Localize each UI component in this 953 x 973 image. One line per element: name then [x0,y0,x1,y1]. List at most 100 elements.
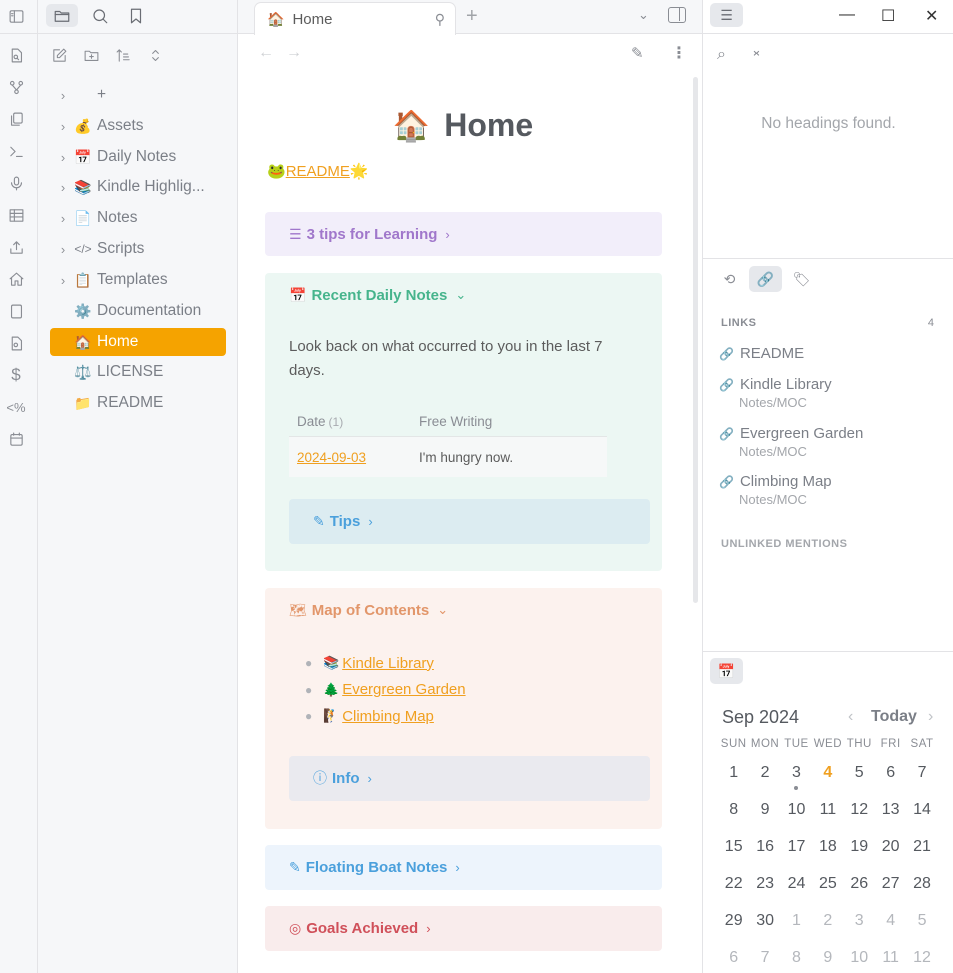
calendar-day[interactable]: 11 [812,801,843,819]
calendar-day[interactable]: 11 [875,949,906,967]
climbing-map-link[interactable]: Climbing Map [342,708,434,725]
calendar-day[interactable]: 22 [718,875,749,893]
new-folder-button[interactable] [82,46,100,64]
calendar-day[interactable]: 3 [781,764,812,790]
calendar-day[interactable]: 27 [875,875,906,893]
copy-icon[interactable] [7,110,25,128]
calendar-day[interactable]: 2 [812,912,843,930]
evergreen-garden-link[interactable]: Evergreen Garden [342,681,465,698]
callout-tips[interactable]: ✎ Tips › [289,499,650,544]
unlinked-mentions-label[interactable]: UNLINKED MENTIONS [721,538,847,550]
calendar-day[interactable]: 24 [781,875,812,893]
tree-folder-daily-notes[interactable]: › 📅 Daily Notes [50,144,226,170]
outgoing-link-item[interactable]: 🔗 Kindle Library Notes/MOC [719,376,832,410]
outgoing-link-item[interactable]: 🔗 Evergreen Garden Notes/MOC [719,425,863,459]
minimize-button[interactable]: — [839,6,855,24]
outline-tab[interactable]: ☰ [710,3,743,27]
calendar-day[interactable]: 12 [844,801,875,819]
quick-switcher-icon[interactable] [7,46,25,64]
outgoing-link-item[interactable]: 🔗 Climbing Map Notes/MOC [719,473,832,507]
calendar-day[interactable]: 5 [906,912,937,930]
calendar-day[interactable]: 13 [875,801,906,819]
calendar-day[interactable]: 2 [749,764,780,782]
calendar-next-button[interactable]: › [928,708,933,726]
upload-icon[interactable] [7,238,25,256]
calendar-day[interactable]: 15 [718,838,749,856]
tab-home[interactable]: 🏠 Home ⚲ [254,2,456,35]
maximize-button[interactable]: ☐ [881,6,895,26]
callout-info[interactable]: ⓘ Info › [289,756,650,801]
file-search-icon[interactable] [7,334,25,352]
template-icon[interactable]: <% [5,398,27,416]
callout-header[interactable]: 🗺 Map of Contents ⌄ [265,588,662,632]
calendar-day[interactable]: 8 [718,801,749,819]
date-link[interactable]: 2024-09-03 [297,450,366,465]
home-icon[interactable] [7,270,25,288]
readme-link[interactable]: README [286,163,350,180]
outgoing-links-tab[interactable]: 🔗 [749,266,782,292]
calendar-day[interactable]: 6 [875,764,906,782]
calendar-day[interactable]: 30 [749,912,780,930]
calendar-icon[interactable] [7,430,25,448]
calendar-day[interactable]: 7 [906,764,937,782]
search-tab[interactable] [84,4,116,27]
sidebar-toggle-icon[interactable] [7,7,25,25]
kindle-library-link[interactable]: Kindle Library [342,655,434,672]
calendar-day[interactable]: 20 [875,838,906,856]
calendar-day[interactable]: 7 [749,949,780,967]
tree-folder-kindle[interactable]: › 📚 Kindle Highlig... [50,174,226,200]
close-button[interactable]: ✕ [925,6,938,26]
tree-folder-assets[interactable]: › 💰 Assets [50,113,226,139]
sort-button[interactable] [114,46,132,64]
back-button[interactable]: ← [258,44,274,62]
outgoing-link-item[interactable]: 🔗 README [719,345,804,362]
calendar-day[interactable]: 18 [812,838,843,856]
calendar-day[interactable]: 4 [875,912,906,930]
calendar-day[interactable]: 14 [906,801,937,819]
terminal-icon[interactable] [7,142,25,160]
tree-file-documentation[interactable]: ⚙️ Documentation [50,298,226,324]
calendar-day[interactable]: 1 [781,912,812,930]
calendar-prev-button[interactable]: ‹ [848,708,853,726]
tree-folder-notes[interactable]: › 📄 Notes [50,205,226,231]
calendar-day[interactable]: 8 [781,949,812,967]
calendar-day[interactable]: 17 [781,838,812,856]
calendar-day[interactable]: 26 [844,875,875,893]
calendar-day[interactable]: 16 [749,838,780,856]
right-sidebar-toggle-icon[interactable] [668,7,686,23]
tree-file-license[interactable]: ⚖️ LICENSE [50,359,226,385]
collapse-icon[interactable]: ⌄ ⌃ [751,43,762,64]
pin-icon[interactable]: ⚲ [435,11,445,28]
new-tab-button[interactable]: + [466,5,478,28]
search-icon[interactable]: ⌕ [717,46,726,64]
calendar-day[interactable]: 10 [844,949,875,967]
graph-icon[interactable] [7,78,25,96]
calendar-day[interactable]: 5 [844,764,875,782]
calendar-day[interactable]: 9 [749,801,780,819]
callout-floating-boat-notes[interactable]: ✎ Floating Boat Notes › [265,845,662,890]
scrollbar[interactable] [693,77,698,603]
collapse-all-button[interactable] [146,46,164,64]
tab-list-dropdown[interactable]: ⌄ [638,7,649,23]
files-tab[interactable] [46,4,78,27]
tree-file-home[interactable]: 🏠 Home [50,328,226,356]
backlinks-tab[interactable]: ⟲ [713,266,746,292]
table-icon[interactable] [7,206,25,224]
callout-header[interactable]: 📅 Recent Daily Notes ⌄ [265,273,662,317]
calendar-day[interactable]: 12 [906,949,937,967]
tablet-icon[interactable] [7,302,25,320]
calendar-day[interactable]: 29 [718,912,749,930]
tags-tab[interactable]: 🏷 [785,266,818,292]
callout-learning[interactable]: ☰ 3 tips for Learning › [265,212,662,256]
dollar-icon[interactable]: $ [7,365,25,384]
calendar-day[interactable]: 23 [749,875,780,893]
callout-goals-achieved[interactable]: ◎ Goals Achieved › [265,906,662,951]
bookmarks-tab[interactable] [120,4,152,27]
calendar-day[interactable]: 4 [812,764,843,782]
microphone-icon[interactable] [7,174,25,192]
calendar-day[interactable]: 10 [781,801,812,819]
calendar-day[interactable]: 6 [718,949,749,967]
calendar-day[interactable]: 3 [844,912,875,930]
new-note-button[interactable] [50,46,68,64]
calendar-day[interactable]: 19 [844,838,875,856]
